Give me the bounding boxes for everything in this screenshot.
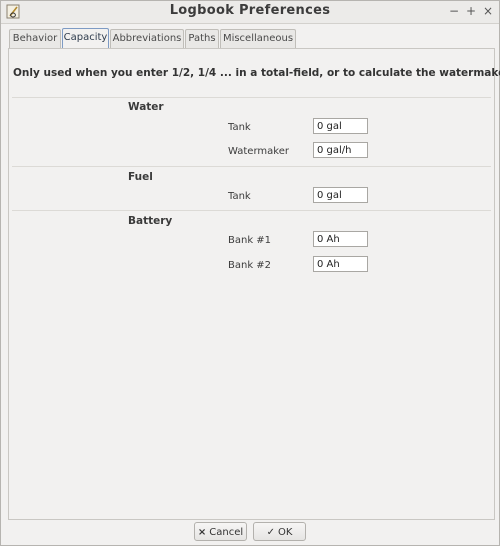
fuel-section-title: Fuel bbox=[128, 171, 153, 183]
bank1-field[interactable]: 0 Ah bbox=[313, 231, 368, 247]
separator bbox=[12, 166, 491, 167]
maximize-icon[interactable]: + bbox=[464, 4, 478, 18]
title-bar[interactable]: Logbook Preferences − + × bbox=[1, 1, 499, 24]
ok-icon: ✓ bbox=[266, 527, 275, 538]
ok-button[interactable]: ✓ OK bbox=[253, 522, 306, 541]
battery-section-title: Battery bbox=[128, 215, 173, 227]
window-title: Logbook Preferences bbox=[169, 3, 331, 18]
tab-capacity[interactable]: Capacity bbox=[62, 28, 109, 48]
fuel-tank-field[interactable]: 0 gal bbox=[313, 187, 368, 203]
cancel-button[interactable]: × Cancel bbox=[194, 522, 247, 541]
ok-label: OK bbox=[277, 527, 293, 538]
separator bbox=[12, 210, 491, 211]
close-icon[interactable]: × bbox=[481, 4, 495, 18]
water-tank-field[interactable]: 0 gal bbox=[313, 118, 368, 134]
tab-abbreviations[interactable]: Abbreviations bbox=[110, 29, 184, 48]
water-section-title: Water bbox=[128, 101, 164, 113]
bank1-label: Bank #1 bbox=[228, 235, 272, 246]
tab-paths[interactable]: Paths bbox=[185, 29, 219, 48]
tab-miscellaneous[interactable]: Miscellaneous bbox=[220, 29, 296, 48]
watermaker-label: Watermaker bbox=[228, 146, 289, 157]
bank2-label: Bank #2 bbox=[228, 260, 272, 271]
minimize-icon[interactable]: − bbox=[447, 4, 461, 18]
tab-behavior[interactable]: Behavior bbox=[9, 29, 61, 48]
cancel-icon: × bbox=[197, 527, 207, 538]
preferences-window: Logbook Preferences − + × Behavior Capac… bbox=[0, 0, 500, 546]
separator bbox=[12, 97, 491, 98]
capacity-panel: Only used when you enter 1/2, 1/4 ... in… bbox=[8, 48, 500, 520]
fuel-tank-label: Tank bbox=[228, 191, 251, 202]
bank2-field[interactable]: 0 Ah bbox=[313, 256, 368, 272]
water-tank-label: Tank bbox=[228, 122, 251, 133]
watermaker-field[interactable]: 0 gal/h bbox=[313, 142, 368, 158]
capacity-note: Only used when you enter 1/2, 1/4 ... in… bbox=[13, 67, 500, 79]
cancel-label: Cancel bbox=[209, 527, 244, 538]
